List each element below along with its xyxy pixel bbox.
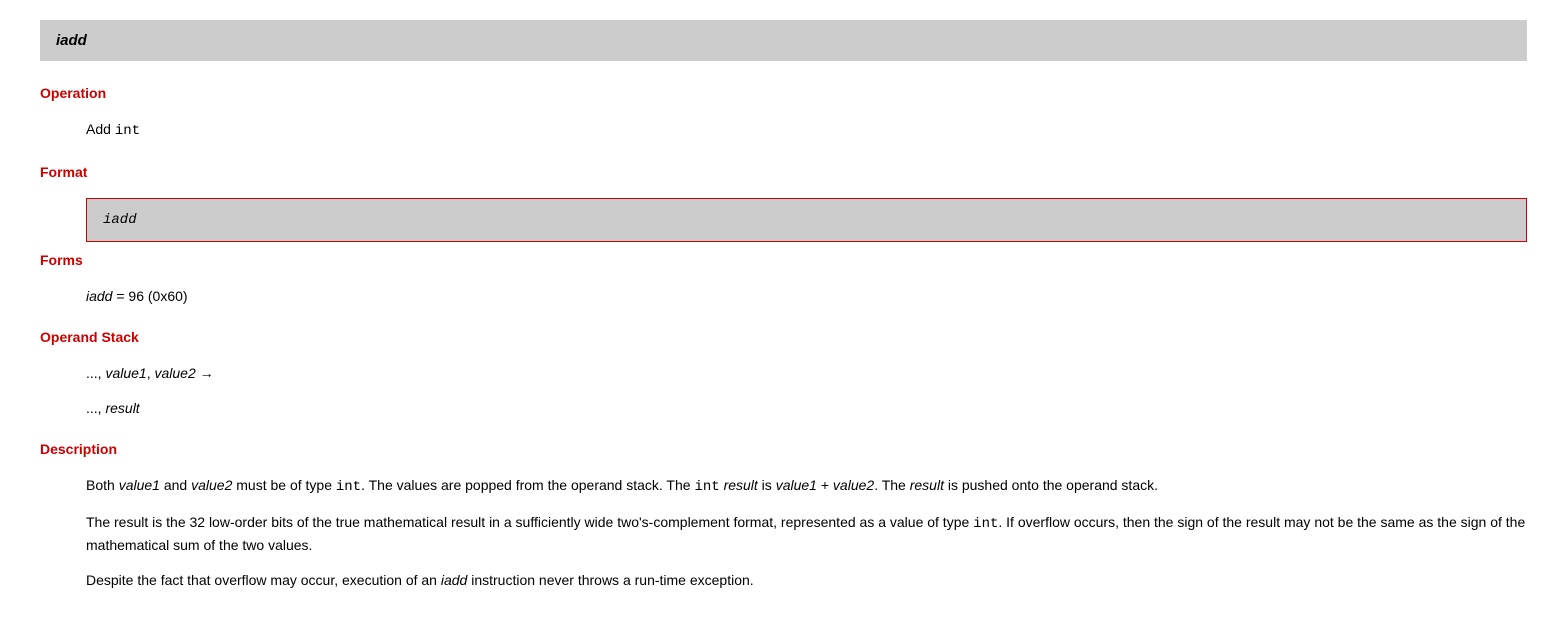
- format-box: iadd: [86, 198, 1527, 242]
- operand-stack-heading: Operand Stack: [40, 329, 1527, 345]
- description-p2: The result is the 32 low-order bits of t…: [86, 512, 1527, 556]
- forms-text: iadd = 96 (0x60): [86, 286, 1527, 307]
- forms-content: iadd = 96 (0x60): [86, 286, 1527, 307]
- description-content: Both value1 and value2 must be of type i…: [86, 475, 1527, 591]
- operation-content: Add int: [86, 119, 1527, 142]
- description-heading: Description: [40, 441, 1527, 457]
- description-p1: Both value1 and value2 must be of type i…: [86, 475, 1527, 498]
- operand-stack-content: ..., value1, value2 → ..., result: [86, 363, 1527, 419]
- operand-stack-before: ..., value1, value2 →: [86, 363, 1527, 384]
- operation-text: Add int: [86, 119, 1527, 142]
- operand-stack-after: ..., result: [86, 398, 1527, 419]
- format-instruction: iadd: [103, 212, 137, 228]
- operation-heading: Operation: [40, 85, 1527, 101]
- forms-heading: Forms: [40, 252, 1527, 268]
- instruction-title-bar: iadd: [40, 20, 1527, 61]
- description-p3: Despite the fact that overflow may occur…: [86, 570, 1527, 591]
- instruction-name: iadd: [56, 32, 87, 49]
- format-heading: Format: [40, 164, 1527, 180]
